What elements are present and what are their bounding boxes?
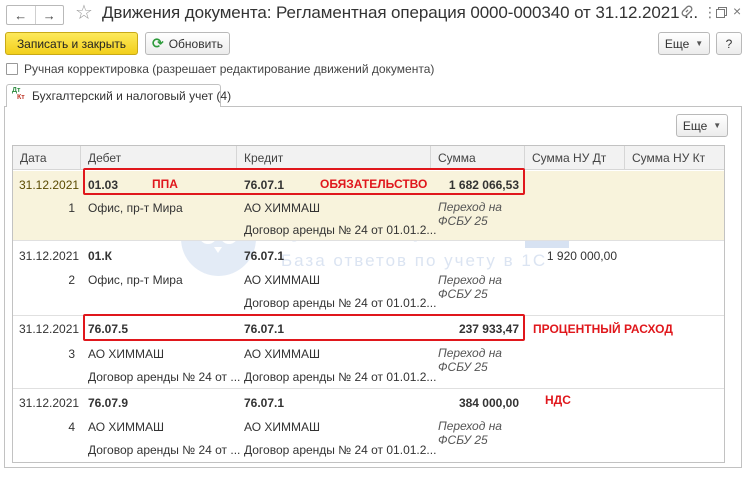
credit-contract: Договор аренды № 24 от 01.01.2... bbox=[244, 370, 437, 384]
row-nu-dt: 1 920 000,00 bbox=[546, 249, 617, 263]
credit-contract: Договор аренды № 24 от 01.01.2... bbox=[244, 443, 437, 457]
table-more-label: Еще bbox=[682, 118, 708, 133]
column-separator bbox=[524, 146, 525, 170]
annotation-interest: ПРОЦЕНТНЫЙ РАСХОД bbox=[533, 322, 673, 336]
debit-subconto: Офис, пр-т Мира bbox=[88, 201, 183, 215]
link-icon[interactable] bbox=[680, 4, 694, 21]
column-header-nu-dt[interactable]: Сумма НУ Дт bbox=[532, 151, 606, 165]
help-button[interactable]: ? bbox=[716, 32, 742, 55]
column-header-nu-kt[interactable]: Сумма НУ Кт bbox=[632, 151, 705, 165]
annotation-frame-row1 bbox=[83, 168, 525, 195]
more-actions-label: Еще bbox=[664, 36, 690, 51]
row-date: 31.12.2021 bbox=[19, 322, 80, 336]
dropdown-arrow-icon: ▼ bbox=[713, 121, 722, 130]
debit-account: 01.К bbox=[88, 249, 113, 263]
dt-label: Дт bbox=[12, 87, 21, 94]
row-date: 31.12.2021 bbox=[19, 396, 80, 410]
column-separator bbox=[430, 146, 431, 170]
row-number: 4 bbox=[68, 420, 75, 434]
row-date: 31.12.2021 bbox=[19, 178, 80, 192]
star-icon[interactable]: ☆ bbox=[75, 2, 93, 24]
column-header-date[interactable]: Дата bbox=[20, 151, 47, 165]
debit-subconto: Офис, пр-т Мира bbox=[88, 273, 183, 287]
more-actions-button[interactable]: Еще ▼ bbox=[658, 32, 710, 55]
row-content: Переход на ФСБУ 25 bbox=[438, 346, 502, 374]
dropdown-arrow-icon: ▼ bbox=[695, 39, 704, 48]
column-separator bbox=[624, 146, 625, 170]
row-number: 3 bbox=[68, 347, 75, 361]
credit-contract: Договор аренды № 24 от 01.01.2... bbox=[244, 223, 437, 237]
row-sum: 384 000,00 bbox=[458, 396, 519, 410]
annotation-vat: НДС bbox=[545, 393, 571, 407]
annotation-frame-row3 bbox=[83, 314, 525, 341]
manual-edit-checkbox[interactable] bbox=[6, 63, 18, 75]
credit-subconto: АО ХИММАШ bbox=[244, 201, 321, 215]
row-number: 1 bbox=[68, 201, 75, 215]
refresh-button-label: Обновить bbox=[168, 36, 224, 51]
row-content: Переход на ФСБУ 25 bbox=[438, 200, 502, 228]
forward-arrow-icon[interactable]: → bbox=[34, 6, 64, 24]
debit-subconto: АО ХИММАШ bbox=[88, 420, 165, 434]
column-header-credit[interactable]: Кредит bbox=[244, 151, 283, 165]
kt-label: Кт bbox=[17, 94, 25, 101]
credit-account: 76.07.1 bbox=[244, 249, 285, 263]
row-number: 2 bbox=[68, 273, 75, 287]
manual-edit-label: Ручная корректировка (разрешает редактир… bbox=[24, 62, 435, 76]
column-separator bbox=[80, 146, 81, 170]
table-row[interactable]: 31.12.2021 4 76.07.9 АО ХИММАШ Договор а… bbox=[13, 390, 724, 462]
table-row[interactable]: 31.12.2021 2 01.К Офис, пр-т Мира 76.07.… bbox=[13, 242, 724, 316]
tab-accounting[interactable]: Дт Кт Бухгалтерский и налоговый учет (4) bbox=[6, 84, 231, 107]
debit-subconto: АО ХИММАШ bbox=[88, 347, 165, 361]
credit-account: 76.07.1 bbox=[244, 396, 285, 410]
row-date: 31.12.2021 bbox=[19, 249, 80, 263]
tab-accounting-label: Бухгалтерский и налоговый учет (4) bbox=[32, 89, 232, 103]
refresh-button[interactable]: ⟳ Обновить bbox=[145, 32, 230, 55]
row-content: Переход на ФСБУ 25 bbox=[438, 419, 502, 447]
more-vertical-icon[interactable]: ⋮ bbox=[703, 4, 717, 21]
credit-subconto: АО ХИММАШ bbox=[244, 420, 321, 434]
refresh-icon: ⟳ bbox=[151, 35, 164, 51]
table-more-button[interactable]: Еще ▼ bbox=[676, 114, 728, 137]
table-header: Дата Дебет Кредит Сумма Сумма НУ Дт Сумм… bbox=[13, 146, 724, 170]
debit-contract: Договор аренды № 24 от ... bbox=[88, 370, 241, 384]
column-header-debit[interactable]: Дебет bbox=[88, 151, 121, 165]
debit-contract: Договор аренды № 24 от ... bbox=[88, 443, 241, 457]
credit-subconto: АО ХИММАШ bbox=[244, 347, 321, 361]
dt-kt-icon: Дт Кт bbox=[12, 87, 25, 101]
row-content: Переход на ФСБУ 25 bbox=[438, 273, 502, 301]
column-header-sum[interactable]: Сумма bbox=[438, 151, 476, 165]
restore-window-icon[interactable] bbox=[716, 5, 727, 21]
navigation-buttons: ← → bbox=[6, 5, 64, 25]
close-icon[interactable]: × bbox=[733, 3, 741, 19]
save-and-close-button[interactable]: Записать и закрыть bbox=[5, 32, 138, 55]
annotation-ppa: ППА bbox=[152, 177, 178, 191]
annotation-obligation: ОБЯЗАТЕЛЬСТВО bbox=[320, 177, 428, 191]
credit-subconto: АО ХИММАШ bbox=[244, 273, 321, 287]
debit-account: 76.07.9 bbox=[88, 396, 129, 410]
back-arrow-icon[interactable]: ← bbox=[7, 6, 35, 24]
column-separator bbox=[236, 146, 237, 170]
credit-contract: Договор аренды № 24 от 01.01.2... bbox=[244, 296, 437, 310]
window-title: Движения документа: Регламентная операци… bbox=[102, 3, 698, 22]
